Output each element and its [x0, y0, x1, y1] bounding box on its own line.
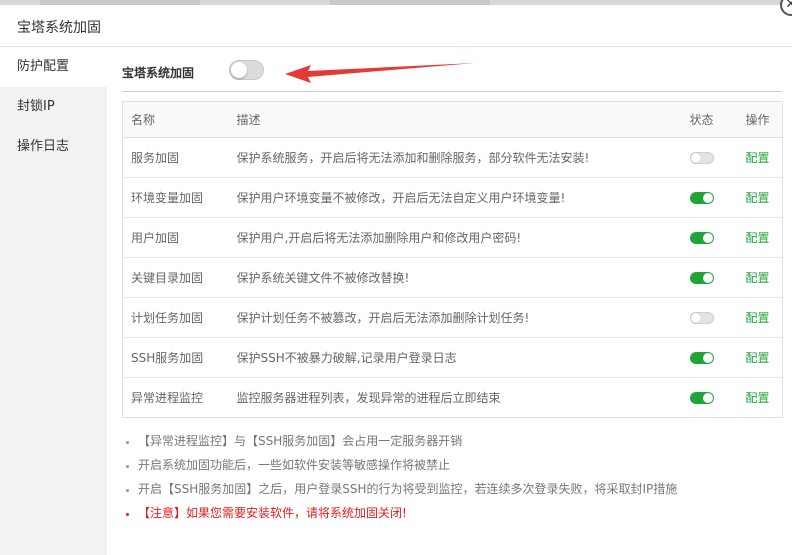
row-status	[681, 337, 738, 378]
sidebar-item-operation-log[interactable]: 操作日志	[0, 127, 107, 167]
table-row: SSH服务加固 保护SSH不被暴力破解,记录用户登录日志 配置	[122, 337, 783, 378]
config-link[interactable]: 配置	[746, 151, 770, 165]
toggle-knob	[231, 62, 247, 78]
table-row: 服务加固 保护系统服务，开启后将无法添加和删除服务，部分软件无法安装! 配置	[122, 137, 783, 178]
warning-note: 【注意】如果您需要安装软件，请将系统加固关闭!	[138, 501, 778, 525]
status-toggle[interactable]	[689, 352, 714, 364]
row-action: 配置	[737, 137, 783, 178]
row-description: 监控服务器进程列表，发现异常的进程后立即结束	[236, 391, 501, 405]
toggle-knob	[702, 193, 713, 203]
system-hardening-toggle[interactable]	[229, 60, 264, 80]
row-description: 保护计划任务不被篡改，开启后无法添加删除计划任务!	[228, 297, 682, 338]
row-action: 配置	[737, 177, 783, 218]
status-toggle[interactable]	[689, 192, 714, 204]
status-toggle[interactable]	[689, 152, 714, 164]
row-name: 环境变量加固	[122, 177, 229, 218]
status-toggle[interactable]	[689, 312, 714, 324]
table-row: 异常进程监控 监控服务器进程列表，发现异常的进程后立即结束 配置	[123, 378, 783, 418]
row-name: SSH服务加固	[122, 337, 229, 378]
red-arrow-annotation-icon	[285, 63, 475, 83]
status-toggle[interactable]	[689, 232, 714, 244]
config-link[interactable]: 配置	[746, 311, 770, 325]
sidebar: 防护配置 封锁IP 操作日志	[0, 47, 107, 555]
status-toggle[interactable]	[689, 392, 714, 404]
note-item: 开启系统加固功能后，一些如软件安装等敏感操作将被禁止	[138, 453, 778, 477]
row-name: 计划任务加固	[122, 297, 229, 338]
table-row: 关键目录加固 保护系统关键文件不被修改替换! 配置	[122, 257, 783, 298]
row-action: 配置	[737, 217, 783, 258]
row-action: 配置	[737, 297, 783, 338]
sidebar-item-protection-config[interactable]: 防护配置	[0, 47, 107, 87]
system-hardening-toggle-row: 宝塔系统加固	[122, 59, 782, 93]
main-content: 宝塔系统加固 名称 描述 状态 操作 服务加固 保护系统服务，开启后将无法添加和…	[107, 47, 792, 555]
toggle-knob	[702, 353, 713, 363]
table-row: 计划任务加固 保护计划任务不被篡改，开启后无法添加删除计划任务! 配置	[122, 297, 783, 338]
toggle-knob	[690, 153, 701, 163]
row-description: 保护系统关键文件不被修改替换!	[228, 257, 682, 298]
toggle-knob	[702, 273, 713, 283]
hardening-table: 名称 描述 状态 操作 服务加固 保护系统服务，开启后将无法添加和删除服务，部分…	[122, 101, 783, 418]
note-item: 【异常进程监控】与【SSH服务加固】会占用一定服务器开销	[138, 429, 778, 453]
config-link[interactable]: 配置	[746, 231, 770, 245]
system-hardening-label: 宝塔系统加固	[122, 66, 195, 80]
dialog-title-bar: 宝塔系统加固	[0, 5, 792, 47]
row-name: 服务加固	[122, 137, 229, 178]
column-header-action: 操作	[737, 101, 783, 138]
dialog-title: 宝塔系统加固	[17, 20, 101, 36]
row-status	[681, 137, 738, 178]
row-action: 配置	[737, 257, 783, 298]
sidebar-item-block-ip[interactable]: 封锁IP	[0, 87, 107, 127]
config-link[interactable]: 配置	[746, 391, 770, 405]
column-header-status: 状态	[681, 101, 738, 138]
row-status	[682, 378, 738, 418]
column-header-description: 描述	[228, 101, 682, 138]
notes-list: 【异常进程监控】与【SSH服务加固】会占用一定服务器开销 开启系统加固功能后，一…	[122, 429, 778, 525]
config-link[interactable]: 配置	[746, 271, 770, 285]
row-status	[681, 297, 738, 338]
row-name: 用户加固	[122, 217, 229, 258]
config-link[interactable]: 配置	[746, 351, 770, 365]
arrow-shape	[285, 63, 475, 83]
column-header-name: 名称	[122, 101, 229, 138]
table-row: 用户加固 保护用户,开启后将无法添加删除用户和修改用户密码! 配置	[122, 217, 783, 258]
row-action: 配置	[737, 337, 783, 378]
note-item: 开启【SSH服务加固】之后，用户登录SSH的行为将受到监控，若连续多次登录失败，…	[138, 477, 778, 501]
row-name: 关键目录加固	[122, 257, 229, 298]
divider	[122, 91, 782, 92]
row-description: 保护用户,开启后将无法添加删除用户和修改用户密码!	[228, 217, 682, 258]
row-status	[681, 257, 738, 298]
table-row: 环境变量加固 保护用户环境变量不被修改，开启后无法自定义用户环境变量! 配置	[122, 177, 783, 218]
toggle-knob	[702, 233, 713, 243]
config-link[interactable]: 配置	[746, 191, 770, 205]
table-header-row: 名称 描述 状态 操作	[122, 101, 783, 138]
row-name: 异常进程监控	[131, 391, 204, 405]
row-description: 保护系统服务，开启后将无法添加和删除服务，部分软件无法安装!	[228, 137, 682, 178]
row-description: 保护用户环境变量不被修改，开启后无法自定义用户环境变量!	[228, 177, 682, 218]
row-status	[681, 177, 738, 218]
toggle-knob	[702, 393, 713, 403]
row-description: 保护SSH不被暴力破解,记录用户登录日志	[228, 337, 682, 378]
row-action: 配置	[738, 378, 783, 418]
status-toggle[interactable]	[689, 272, 714, 284]
toggle-knob	[690, 313, 701, 323]
row-status	[681, 217, 738, 258]
